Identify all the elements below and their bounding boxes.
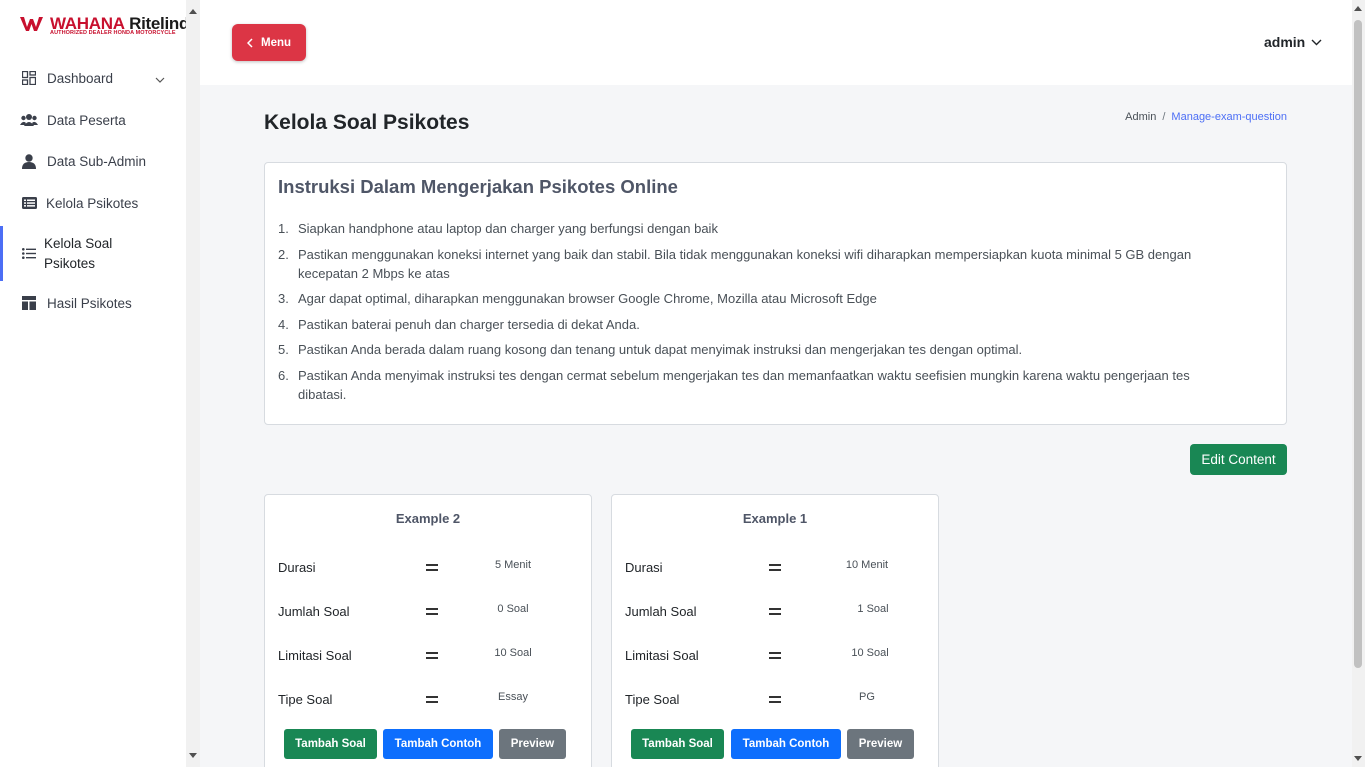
tambah-soal-button[interactable]: Tambah Soal	[631, 729, 724, 759]
sidebar-item-dashboard[interactable]: Dashboard	[0, 68, 186, 88]
scrollbar-thumb[interactable]	[1354, 20, 1362, 668]
edit-content-button[interactable]: Edit Content	[1190, 444, 1287, 475]
chevron-left-icon	[246, 37, 253, 48]
equals-icon	[426, 652, 438, 659]
exam-row-tipe-soal: Tipe Soal Essay	[278, 691, 528, 707]
users-icon	[20, 111, 38, 129]
preview-button[interactable]: Preview	[847, 729, 914, 759]
sidebar-item-label: Data Sub-Admin	[47, 153, 147, 169]
instructions-title: Instruksi Dalam Mengerjakan Psikotes Onl…	[278, 176, 678, 197]
sidebar-item-label: Dashboard	[47, 70, 114, 86]
exam-card: Example 2 Durasi 5 Menit Jumlah Soal 0 Soa…	[264, 494, 592, 767]
table-icon	[20, 294, 38, 312]
list-item: 6. Pastikan Anda menyimak instruksi tes d…	[278, 367, 1190, 402]
list-item: 4. Pastikan baterai penuh dan charger ter…	[278, 316, 640, 332]
equals-icon	[426, 696, 438, 703]
list-item: 5. Pastikan Anda berada dalam ruang koson…	[278, 342, 1023, 357]
exam-card-title: Example 2	[395, 511, 461, 526]
page-title: Kelola Soal Psikotes	[264, 111, 470, 134]
scroll-up-icon[interactable]	[189, 9, 197, 14]
sidebar-item-data-peserta[interactable]: Data Peserta	[0, 110, 186, 130]
exam-row-limitasi-soal: Limitasi Soal 10 Soal	[625, 647, 889, 663]
sidebar: WAHANA Ritelindo AUTHORIZED DEALER HONDA…	[0, 0, 199, 767]
wahana-logo-icon	[20, 17, 43, 31]
list-ul-icon	[20, 245, 38, 263]
scroll-down-icon[interactable]	[1354, 756, 1362, 761]
user-dropdown[interactable]: admin	[1264, 34, 1322, 50]
exam-row-jumlah-soal: Jumlah Soal 1 Soal	[625, 603, 889, 619]
brand-tagline: AUTHORIZED DEALER HONDA MOTORCYCLE	[50, 30, 176, 36]
equals-icon	[769, 564, 781, 571]
sidebar-item-label: Data Peserta	[47, 112, 126, 128]
list-item: 3. Agar dapat optimal, diharapkan menggun…	[278, 291, 877, 306]
brand-logo[interactable]: WAHANA Ritelindo AUTHORIZED DEALER HONDA…	[20, 14, 199, 38]
exam-row-durasi: Durasi 10 Menit	[625, 559, 889, 575]
instructions-list: 1. Siapkan handphone atau laptop dan char…	[278, 219, 1238, 410]
sidebar-scrollbar[interactable]	[186, 0, 200, 767]
equals-icon	[769, 608, 781, 615]
sidebar-item-label: Kelola Psikotes	[46, 195, 139, 211]
sidebar-item-kelola-soal-psikotes[interactable]: Kelola Soal Psikotes	[0, 226, 186, 281]
equals-icon	[769, 696, 781, 703]
chevron-down-icon	[1311, 39, 1322, 45]
exam-card-title: Example 1	[742, 511, 808, 526]
chevron-down-icon	[155, 71, 165, 86]
tambah-contoh-button[interactable]: Tambah Contoh	[383, 729, 493, 759]
exam-row-tipe-soal: Tipe Soal PG	[625, 691, 875, 707]
sidebar-item-label: Kelola Soal Psikotes	[44, 236, 113, 271]
top-header: Menu admin	[200, 0, 1352, 85]
breadcrumb-separator: /	[1162, 111, 1166, 123]
breadcrumb: Admin / Manage-exam-question	[1125, 111, 1287, 123]
user-icon	[20, 152, 38, 170]
page-scrollbar[interactable]	[1352, 0, 1365, 767]
breadcrumb-current: Manage-exam-question	[1171, 111, 1287, 123]
exam-row-limitasi-soal: Limitasi Soal 10 Soal	[278, 647, 532, 663]
user-name: admin	[1264, 34, 1306, 50]
exam-row-jumlah-soal: Jumlah Soal 0 Soal	[278, 603, 529, 619]
sidebar-item-kelola-psikotes[interactable]: Kelola Psikotes	[0, 193, 186, 213]
list-icon	[20, 194, 38, 212]
preview-button[interactable]: Preview	[499, 729, 566, 759]
breadcrumb-admin[interactable]: Admin	[1125, 111, 1156, 123]
list-item: 2. Pastikan menggunakan koneksi internet …	[278, 246, 1192, 281]
tambah-contoh-button[interactable]: Tambah Contoh	[731, 729, 841, 759]
sidebar-item-label: Hasil Psikotes	[47, 295, 132, 311]
menu-button[interactable]: Menu	[232, 24, 306, 61]
exam-row-durasi: Durasi 5 Menit	[278, 559, 532, 575]
scroll-down-icon[interactable]	[189, 753, 197, 758]
list-item: 1. Siapkan handphone atau laptop dan char…	[278, 221, 718, 236]
grid-icon	[20, 69, 38, 87]
menu-button-label: Menu	[260, 36, 292, 49]
equals-icon	[769, 652, 781, 659]
equals-icon	[426, 564, 438, 571]
exam-card: Example 1 Durasi 10 Menit Jumlah Soal 1 So…	[611, 494, 939, 767]
sidebar-item-data-sub-admin[interactable]: Data Sub-Admin	[0, 151, 186, 171]
scroll-up-icon[interactable]	[1354, 6, 1362, 11]
equals-icon	[426, 608, 438, 615]
sidebar-item-hasil-psikotes[interactable]: Hasil Psikotes	[0, 293, 186, 313]
tambah-soal-button[interactable]: Tambah Soal	[284, 729, 377, 759]
instructions-card: Instruksi Dalam Mengerjakan Psikotes Onl…	[264, 162, 1287, 425]
